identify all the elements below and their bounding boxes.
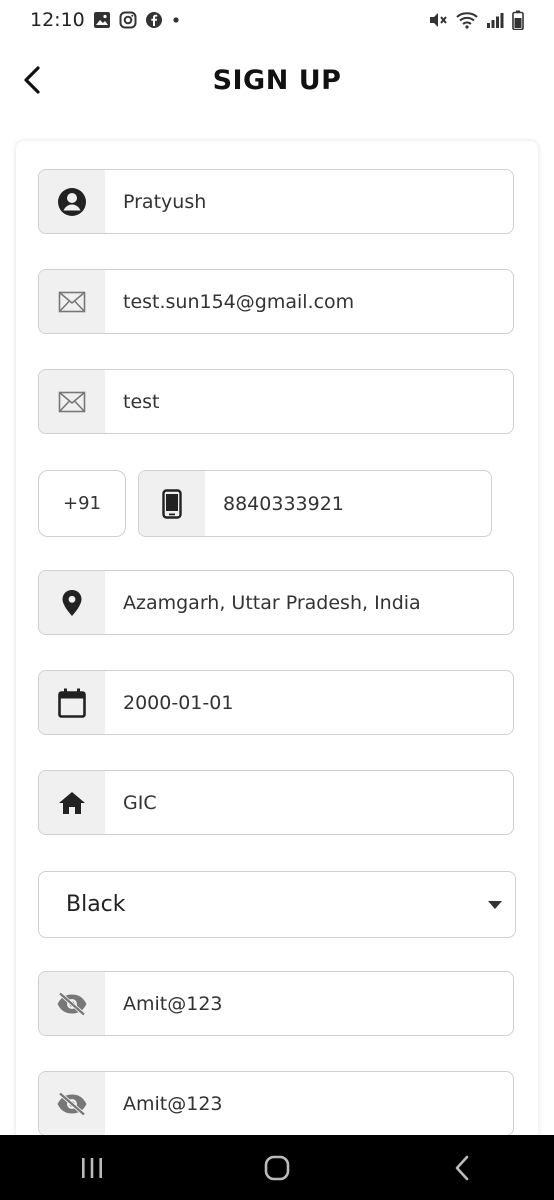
- envelope-icon: [58, 391, 86, 412]
- dob-icon-cell: [39, 671, 105, 734]
- signup-screen: 12:10 SIGN UP Pratyush test.sun154@gmail…: [0, 0, 554, 1200]
- location-icon-cell: [39, 571, 105, 634]
- location-value: Azamgarh, Uttar Pradesh, India: [123, 591, 421, 614]
- school-field[interactable]: GIC: [38, 770, 514, 835]
- phone-field[interactable]: 8840333921: [138, 470, 492, 537]
- name-value: Pratyush: [123, 190, 207, 213]
- status-time: 12:10: [30, 9, 85, 31]
- name-field[interactable]: Pratyush: [38, 169, 514, 234]
- signup-form-card: Pratyush test.sun154@gmail.com test +91 …: [16, 141, 538, 1151]
- back-button[interactable]: [12, 60, 52, 100]
- home-nav-button[interactable]: [247, 1143, 307, 1193]
- name-icon-cell: [39, 170, 105, 233]
- page-title: SIGN UP: [212, 64, 342, 96]
- system-nav-bar: [0, 1135, 554, 1200]
- school-value: GIC: [123, 791, 157, 814]
- signal-icon: [486, 11, 504, 29]
- email-secondary-value: test: [123, 390, 160, 413]
- location-pin-icon: [62, 589, 82, 616]
- select-value: Black: [66, 892, 126, 917]
- status-left: 12:10: [30, 9, 181, 31]
- calendar-icon: [58, 688, 86, 718]
- facebook-icon: [145, 11, 163, 29]
- confirm-password-value: Amit@123: [123, 1092, 223, 1115]
- location-field[interactable]: Azamgarh, Uttar Pradesh, India: [38, 570, 514, 635]
- header: SIGN UP: [0, 50, 554, 110]
- phone-icon-cell: [139, 471, 205, 536]
- status-right: [428, 10, 524, 30]
- recent-apps-button[interactable]: [62, 1143, 122, 1193]
- envelope-icon: [58, 291, 86, 312]
- eye-off-icon: [57, 1091, 87, 1116]
- country-code-field[interactable]: +91: [38, 470, 126, 537]
- password-field[interactable]: Amit@123: [38, 971, 514, 1036]
- home-button-icon: [264, 1155, 290, 1180]
- caret-down-icon: [488, 900, 502, 909]
- phone-value: 8840333921: [223, 492, 344, 515]
- chevron-left-icon: [24, 66, 40, 94]
- eye-off-icon: [57, 991, 87, 1016]
- email-icon-cell: [39, 270, 105, 333]
- confirm-password-icon-cell[interactable]: [39, 1072, 105, 1135]
- recent-apps-icon: [82, 1157, 103, 1178]
- battery-icon: [512, 10, 524, 30]
- user-circle-icon: [58, 187, 86, 216]
- mobile-phone-icon: [162, 488, 182, 519]
- dob-field[interactable]: 2000-01-01: [38, 670, 514, 735]
- email-secondary-icon-cell: [39, 370, 105, 433]
- status-bar: 12:10: [0, 0, 554, 40]
- email-value: test.sun154@gmail.com: [123, 290, 355, 313]
- back-nav-button[interactable]: [432, 1143, 492, 1193]
- dob-value: 2000-01-01: [123, 691, 234, 714]
- back-nav-icon: [455, 1155, 468, 1180]
- email-secondary-field[interactable]: test: [38, 369, 514, 434]
- gallery-icon: [93, 11, 111, 29]
- confirm-password-field[interactable]: Amit@123: [38, 1071, 514, 1136]
- instagram-icon: [119, 11, 137, 29]
- dot-icon: [171, 15, 181, 25]
- color-select[interactable]: Black: [38, 871, 516, 938]
- home-icon: [59, 791, 85, 814]
- email-field[interactable]: test.sun154@gmail.com: [38, 269, 514, 334]
- wifi-icon: [456, 11, 478, 29]
- password-value: Amit@123: [123, 992, 223, 1015]
- mute-icon: [428, 11, 448, 29]
- school-icon-cell: [39, 771, 105, 834]
- password-icon-cell[interactable]: [39, 972, 105, 1035]
